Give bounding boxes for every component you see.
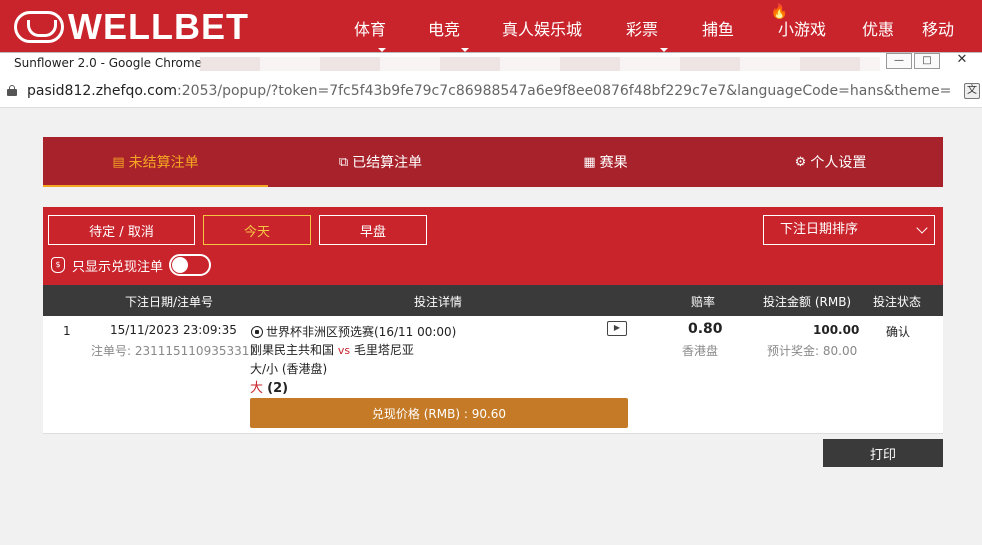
- cashout-only-label: 只显示兑现注单: [72, 259, 164, 275]
- maximize-icon[interactable]: □: [914, 53, 940, 69]
- site-logo[interactable]: WELLBET: [14, 6, 249, 47]
- gear-icon: ⚙: [794, 154, 807, 170]
- nav-item-esports[interactable]: 电竞: [428, 16, 502, 52]
- soccer-ball-icon: [251, 325, 263, 338]
- cashout-only-toggle[interactable]: [169, 254, 212, 276]
- nav-label: 真人娱乐城: [502, 20, 583, 39]
- header-status: 投注状态: [873, 295, 922, 309]
- header-odds: 赔率: [691, 295, 716, 309]
- sort-select[interactable]: 下注日期排序: [763, 215, 935, 245]
- selection-name: 大: [250, 381, 264, 396]
- nav-item-sports[interactable]: 体育: [336, 16, 428, 52]
- ticket-number: 注单号: 2311151109353311: [91, 344, 258, 358]
- money-bag-icon: $: [51, 257, 65, 273]
- nav-label: 移动: [922, 20, 955, 39]
- tab-settled[interactable]: ⧉ 已结算注单: [268, 137, 493, 187]
- logo-mark-icon: [14, 11, 64, 43]
- bet-selection: 大 (2): [250, 377, 288, 396]
- nav-item-fishing[interactable]: 捕鱼 🔥: [702, 4, 788, 40]
- cashout-button[interactable]: 兑现价格 (RMB) : 90.60: [250, 398, 628, 428]
- background-strip: [200, 57, 880, 71]
- window-controls: — □ ✕: [884, 53, 982, 69]
- tab-label: 赛果: [599, 155, 628, 171]
- header-stake: 投注金额 (RMB): [763, 295, 852, 309]
- window-titlebar: Sunflower 2.0 - Google Chrome — □ ✕: [0, 52, 982, 74]
- site-nav: 体育 电竞 真人娱乐城 彩票 捕鱼 🔥 小游戏 优惠 移动: [336, 4, 962, 52]
- url-text[interactable]: pasid812.zhefqo.com:2053/popup/?token=7f…: [27, 83, 952, 99]
- vs-label: vs: [337, 344, 351, 357]
- nav-item-live-casino[interactable]: 真人娱乐城: [502, 16, 626, 40]
- bets-table-header: 下注日期/注单号 投注详情 赔率 投注金额 (RMB) 投注状态: [43, 285, 943, 316]
- nav-item-minigames[interactable]: 小游戏: [778, 16, 862, 40]
- toggle-knob: [172, 257, 189, 273]
- window-title: Sunflower 2.0 - Google Chrome: [14, 56, 202, 70]
- today-button[interactable]: 今天: [203, 215, 311, 245]
- print-button[interactable]: 打印: [823, 439, 943, 467]
- early-market-button[interactable]: 早盘: [319, 215, 427, 245]
- tab-label: 已结算注单: [352, 155, 423, 171]
- estimated-payout: 预计奖金: 80.00: [767, 344, 858, 358]
- pending-cancel-button[interactable]: 待定 / 取消: [48, 215, 195, 245]
- bet-stake: 100.00: [813, 323, 860, 337]
- url-host: pasid812.zhefqo.com: [27, 83, 178, 99]
- league-line: 世界杯非洲区预选赛(16/11 00:00): [251, 323, 456, 340]
- nav-label: 优惠: [862, 20, 895, 39]
- header-date-ticket: 下注日期/注单号: [125, 295, 214, 309]
- close-icon[interactable]: ✕: [942, 53, 982, 69]
- selection-line: (2): [267, 381, 289, 396]
- bet-status: 确认: [886, 325, 911, 339]
- nav-label: 捕鱼: [702, 20, 735, 39]
- bet-slip-icon: ▤: [112, 154, 125, 170]
- tab-results[interactable]: ▦ 赛果: [493, 137, 718, 187]
- away-team: 毛里塔尼亚: [353, 343, 414, 357]
- table-row: 1 15/11/2023 23:09:35 注单号: 2311151109353…: [43, 316, 943, 434]
- url-path: :2053/popup/?token=7fc5f43b9fe79c7c86988…: [177, 83, 952, 99]
- tab-settings[interactable]: ⚙ 个人设置: [718, 137, 943, 187]
- league-name: 世界杯非洲区预选赛(16/11 00:00): [266, 325, 457, 339]
- row-index: 1: [63, 324, 71, 338]
- bet-date: 15/11/2023 23:09:35: [110, 323, 237, 337]
- nav-item-promotions[interactable]: 优惠: [862, 16, 922, 40]
- filter-panel: 待定 / 取消 今天 早盘 下注日期排序 $ 只显示兑现注单: [43, 207, 943, 285]
- tab-label: 个人设置: [810, 155, 867, 171]
- live-stream-icon[interactable]: ▶: [607, 321, 627, 336]
- settled-icon: ⧉: [338, 154, 349, 170]
- nav-label: 彩票: [626, 20, 659, 39]
- bet-odds: 0.80: [688, 321, 723, 337]
- tab-unsettled[interactable]: ▤ 未结算注单: [43, 137, 268, 187]
- cashout-only-filter: $ 只显示兑现注单: [51, 254, 212, 276]
- logo-text: WELLBET: [68, 6, 249, 47]
- site-header: WELLBET 体育 电竞 真人娱乐城 彩票 捕鱼 🔥 小游戏 优惠 移动: [0, 0, 982, 52]
- nav-label: 电竞: [428, 20, 461, 39]
- bet-tabs: ▤ 未结算注单 ⧉ 已结算注单 ▦ 赛果 ⚙ 个人设置: [43, 137, 943, 187]
- nav-label: 小游戏: [778, 20, 827, 39]
- nav-item-mobile[interactable]: 移动: [922, 16, 962, 40]
- header-details: 投注详情: [414, 295, 463, 309]
- match-teams: 刚果民主共和国 vs 毛里塔尼亚: [250, 341, 414, 358]
- scoreboard-icon: ▦: [583, 154, 596, 170]
- address-bar[interactable]: pasid812.zhefqo.com:2053/popup/?token=7f…: [0, 74, 982, 108]
- bet-market: 大/小 (香港盘): [250, 362, 328, 376]
- nav-item-lottery[interactable]: 彩票: [626, 16, 702, 52]
- home-team: 刚果民主共和国: [250, 343, 335, 357]
- nav-label: 体育: [354, 20, 387, 39]
- tab-label: 未结算注单: [128, 155, 199, 171]
- lock-icon[interactable]: [7, 85, 17, 96]
- translate-icon[interactable]: 文: [964, 83, 980, 99]
- minimize-icon[interactable]: —: [886, 53, 912, 69]
- sort-select-value: 下注日期排序: [780, 222, 859, 237]
- chevron-down-icon: [916, 222, 928, 234]
- odds-type: 香港盘: [682, 344, 719, 358]
